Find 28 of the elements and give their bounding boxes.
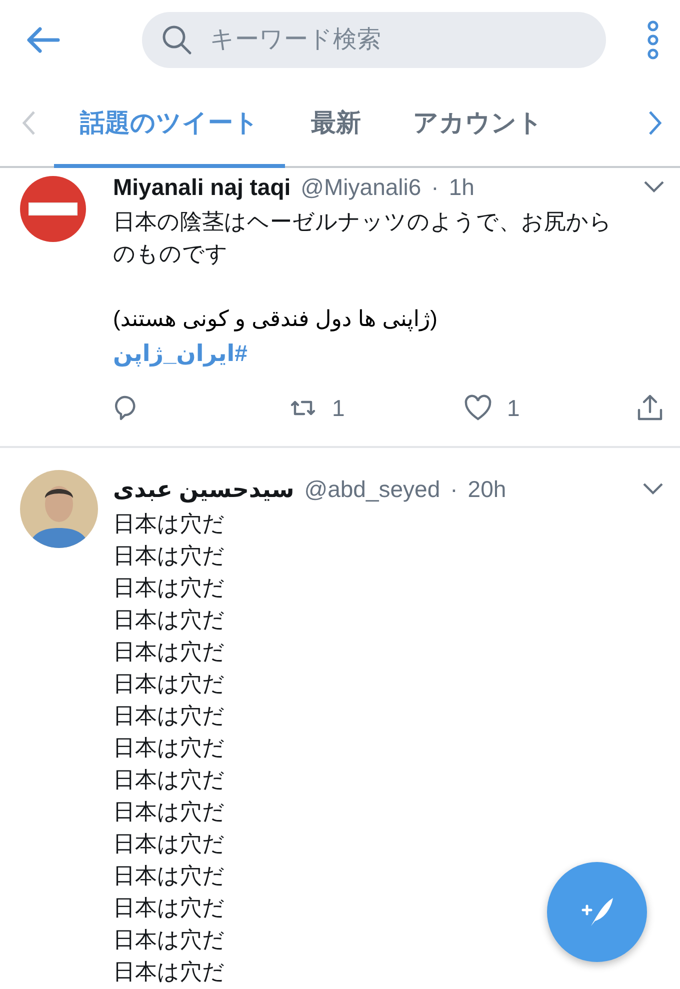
compose-button[interactable]	[547, 862, 647, 962]
hashtag-link[interactable]: #ایران_ژاپن	[113, 336, 248, 370]
search-icon	[162, 25, 192, 55]
heart-icon[interactable]	[463, 393, 493, 423]
tweet-text: 日本は穴だ 日本は穴だ 日本は穴だ 日本は穴だ 日本は穴だ 日本は穴だ 日本は穴だ 日本は穴だ 日本は穴だ 日本は穴だ 日本は穴だ 日本は穴だ 日本は穴だ 日本は穴だ 日本は穴だ	[113, 510, 225, 986]
tab[interactable]: 話題のツイート	[54, 80, 285, 168]
separator-dot: ·	[450, 476, 458, 502]
user-name[interactable]: Miyanali naj taqi	[113, 174, 291, 200]
retweet-count: 1	[332, 394, 345, 422]
separator-dot: ·	[431, 174, 439, 200]
user-handle: @abd_seyed	[304, 476, 440, 502]
search-field[interactable]: キーワード検索	[142, 12, 606, 68]
share-icon[interactable]	[635, 393, 665, 423]
more-options-icon[interactable]	[646, 20, 660, 60]
tweet-time: 20h	[468, 476, 506, 502]
tab[interactable]: 最新	[285, 80, 387, 168]
like-count: 1	[507, 394, 520, 422]
chevron-down-icon[interactable]	[642, 482, 664, 496]
back-arrow-icon[interactable]	[26, 27, 60, 53]
chevron-down-icon[interactable]	[643, 180, 665, 194]
chevron-right-icon[interactable]	[648, 110, 662, 136]
user-name[interactable]: سیدحسین عبدی	[113, 476, 294, 502]
user-handle: @Miyanali6	[300, 174, 422, 200]
tweet-text: 日本の陰茎はヘーゼルナッツのようで、お尻からのものです	[113, 208, 613, 268]
tweet-text: (ژاپنی ها دول فندقی و کونی هستند)	[113, 305, 438, 334]
tweet-time: 1h	[448, 174, 474, 200]
tab[interactable]: アカウント	[387, 80, 569, 168]
no-entry-icon	[20, 176, 86, 242]
